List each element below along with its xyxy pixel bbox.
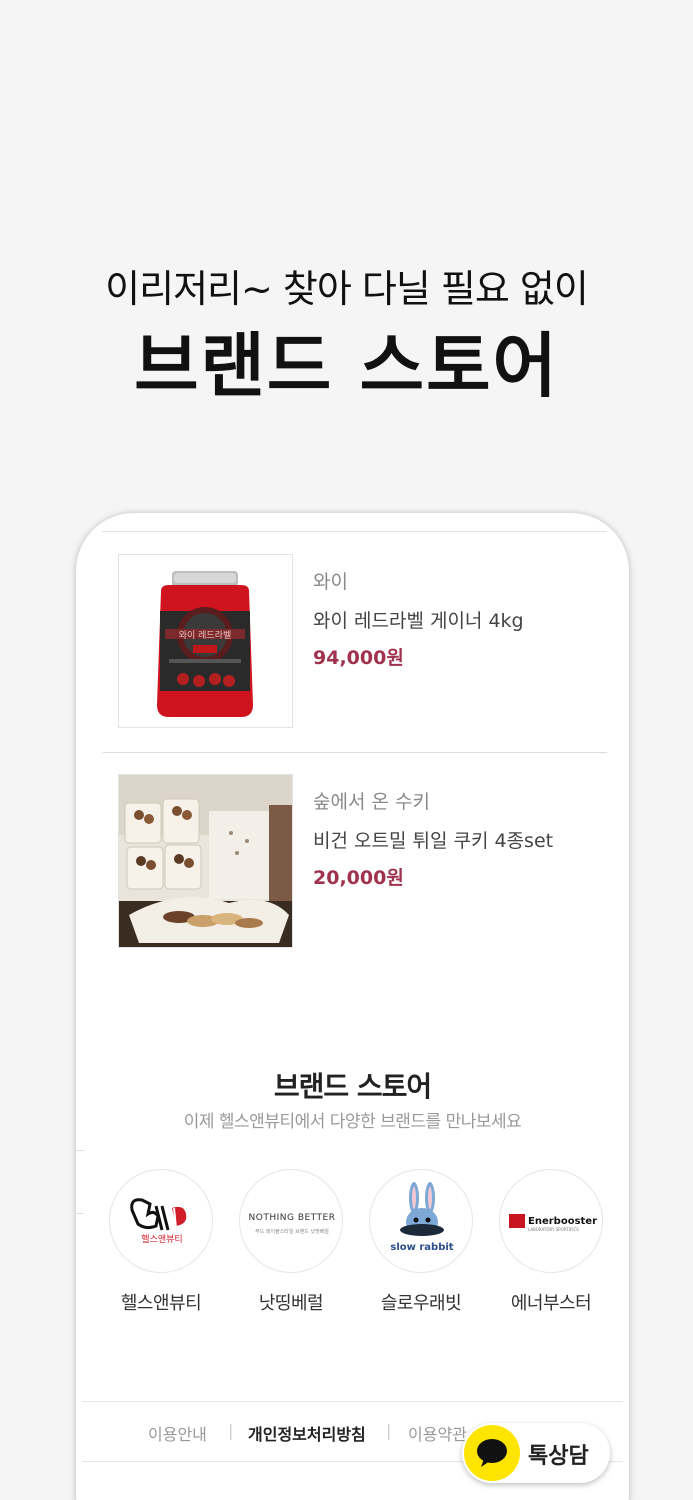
divider bbox=[102, 531, 607, 532]
divider bbox=[76, 1213, 84, 1214]
brand-logo[interactable]: slow rabbit bbox=[369, 1169, 473, 1273]
brand-label[interactable]: 에너부스터 bbox=[498, 1289, 604, 1315]
slow-rabbit-logo: slow rabbit bbox=[390, 1182, 454, 1253]
product-info: 와이 와이 레드라벨 게이너 4kg 94,000원 bbox=[313, 567, 524, 670]
footer-link-privacy[interactable]: 개인정보처리방침 bbox=[248, 1421, 366, 1445]
product-image[interactable] bbox=[118, 774, 293, 948]
footer-separator: | bbox=[228, 1421, 234, 1440]
hero-subtitle: 이리저리~ 찾아 다닐 필요 없이 bbox=[105, 267, 589, 311]
product-brand: 숲에서 온 수키 bbox=[313, 791, 430, 813]
brand-store-title: 브랜드 스토어 bbox=[273, 1070, 432, 1103]
brand-label[interactable]: 헬스앤뷰티 bbox=[108, 1289, 214, 1315]
brand-nothing-better[interactable]: NOTHING BETTER 푸드 레이블스타일 브랜드 낫띵베럴 낫띵베럴 bbox=[238, 1169, 344, 1315]
kakao-chat-label: 톡상담 bbox=[528, 1444, 589, 1469]
hero-title: 브랜드 스토어 bbox=[134, 325, 559, 407]
footer-separator: | bbox=[386, 1421, 392, 1440]
brand-health-and-beauty[interactable]: 헬스앤뷰티 헬스앤뷰티 bbox=[108, 1169, 214, 1315]
divider bbox=[76, 1150, 84, 1151]
brand-label[interactable]: 슬로우래빗 bbox=[368, 1289, 474, 1315]
product-name[interactable]: 와이 레드라벨 게이너 4kg bbox=[313, 606, 524, 633]
footer-link-guide[interactable]: 이용안내 bbox=[148, 1421, 207, 1445]
brand-logo[interactable]: Enerbooster LABORATORY SPORTIFICS bbox=[499, 1169, 603, 1273]
product-price: 94,000원 bbox=[313, 647, 404, 669]
product-image[interactable]: 와이 레드라벨 bbox=[118, 554, 293, 728]
logo-subtext: LABORATORY SPORTIFICS bbox=[528, 1227, 579, 1232]
product-item[interactable]: 숲에서 온 수키 비건 오트밀 튀일 쿠키 4종set 20,000원 bbox=[103, 753, 607, 973]
logo-subtext: 푸드 레이블스타일 브랜드 낫띵베럴 bbox=[255, 1228, 329, 1235]
product-brand: 와이 bbox=[313, 571, 348, 593]
brand-label[interactable]: 낫띵베럴 bbox=[238, 1289, 344, 1315]
product-price: 20,000원 bbox=[313, 867, 404, 889]
protein-tub-image: 와이 레드라벨 bbox=[119, 555, 292, 727]
nothing-better-logo: NOTHING BETTER 푸드 레이블스타일 브랜드 낫띵베럴 bbox=[249, 1213, 336, 1235]
product-name[interactable]: 비건 오트밀 튀일 쿠키 4종set bbox=[313, 826, 553, 853]
product-item[interactable]: 와이 레드라벨 와이 와이 레드라벨 게이너 4kg 94,000원 bbox=[103, 533, 607, 753]
footer-divider bbox=[82, 1401, 623, 1402]
brand-logo[interactable]: 헬스앤뷰티 bbox=[109, 1169, 213, 1273]
cookie-set-image bbox=[119, 775, 292, 947]
kakao-chat-button[interactable]: 톡상담 bbox=[462, 1423, 610, 1483]
logo-text: slow rabbit bbox=[390, 1242, 453, 1253]
logo-text: NOTHING BETTER bbox=[249, 1213, 336, 1223]
brand-logo[interactable]: NOTHING BETTER 푸드 레이블스타일 브랜드 낫띵베럴 bbox=[239, 1169, 343, 1273]
brand-enerbooster[interactable]: Enerbooster LABORATORY SPORTIFICS 에너부스터 bbox=[498, 1169, 604, 1315]
phone-frame: 와이 레드라벨 와이 와이 레드라벨 게이너 4kg 94,000원 숲에서 온… bbox=[76, 513, 629, 1500]
enerbooster-logo: Enerbooster LABORATORY SPORTIFICS bbox=[509, 1214, 597, 1232]
brand-store-subtitle: 이제 헬스앤뷰티에서 다양한 브랜드를 만나보세요 bbox=[183, 1112, 522, 1132]
product-info: 숲에서 온 수키 비건 오트밀 튀일 쿠키 4종set 20,000원 bbox=[313, 787, 553, 890]
logo-text: Enerbooster bbox=[528, 1216, 597, 1227]
health-beauty-logo: 헬스앤뷰티 bbox=[130, 1198, 187, 1245]
brand-slow-rabbit[interactable]: slow rabbit 슬로우래빗 bbox=[368, 1169, 474, 1315]
footer-link-terms[interactable]: 이용약관 bbox=[408, 1421, 467, 1445]
speech-bubble-icon bbox=[477, 1439, 507, 1467]
kakao-icon bbox=[464, 1425, 520, 1481]
product-image-label: 와이 레드라벨 bbox=[179, 629, 232, 641]
logo-text: 헬스앤뷰티 bbox=[141, 1234, 182, 1245]
